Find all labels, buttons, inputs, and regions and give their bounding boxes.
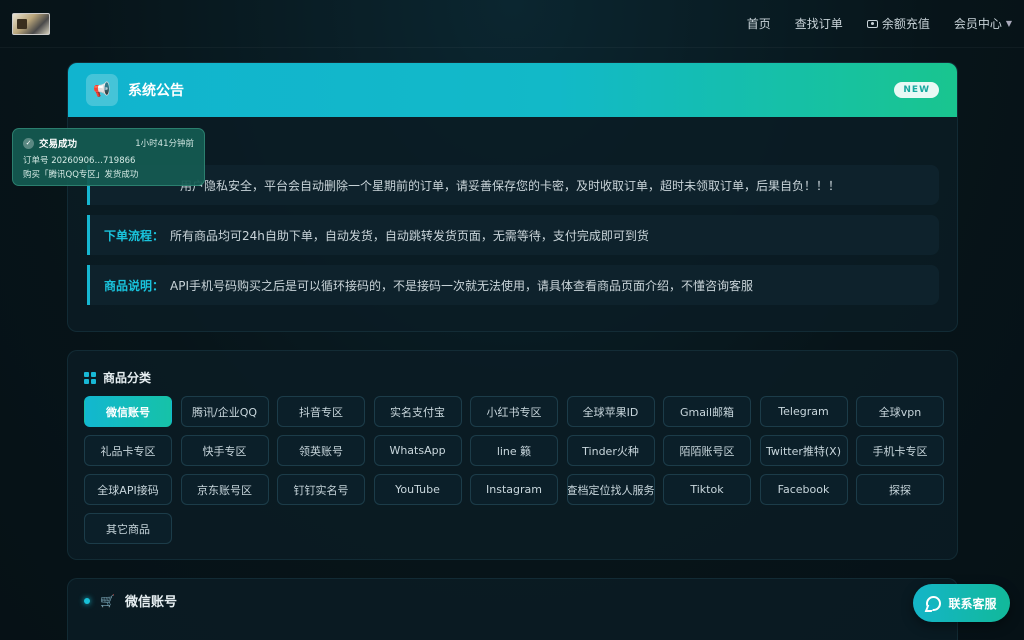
contact-support-button[interactable]: 联系客服 [913, 584, 1010, 622]
notice-row-privacy: 用户隐私安全，平台会自动删除一个星期前的订单，请妥善保存您的卡密，及时收取订单，… [87, 165, 939, 205]
grid-icon [84, 371, 96, 384]
notice-row-text: 用户隐私安全，平台会自动删除一个星期前的订单，请妥善保存您的卡密，及时收取订单，… [180, 178, 841, 193]
nav-find-order-label: 查找订单 [794, 17, 843, 31]
category-button[interactable]: WhatsApp [373, 435, 462, 466]
toast-status-label: 交易成功 [39, 139, 78, 150]
new-badge: NEW [894, 82, 939, 98]
notice-row-label: 下单流程： [104, 228, 165, 243]
cart-icon: 🛒 [100, 593, 115, 608]
site-logo[interactable] [12, 12, 50, 35]
category-button[interactable]: 抖音专区 [277, 396, 365, 427]
product-list-title: 微信账号 [124, 595, 177, 610]
category-button[interactable]: line 籁 [470, 435, 558, 466]
category-button[interactable]: 腾讯/企业QQ [180, 396, 269, 427]
category-button[interactable]: Tiktok [663, 474, 751, 505]
dot-icon [84, 597, 90, 604]
wallet-icon [866, 19, 878, 28]
category-header: 商品分类 [84, 369, 151, 386]
nav-member-label: 会员中心 [953, 17, 1002, 31]
check-icon: ✓ [23, 137, 34, 149]
product-list-header: 🛒 微信账号 [84, 591, 177, 610]
category-button[interactable]: 探探 [856, 474, 944, 505]
main-nav: 首页 查找订单 余额充值 会员中心 ▼ [747, 15, 1012, 32]
category-button[interactable]: 查档定位找人服务 [566, 474, 655, 505]
category-button[interactable]: 实名支付宝 [373, 396, 462, 427]
announcement-card: 📢 系统公告 NEW 用户隐私安全，平台会自动删除一个星期前的订单，请妥善保存您… [67, 62, 958, 332]
nav-member-center[interactable]: 会员中心 ▼ [954, 15, 1012, 32]
category-button[interactable]: 其它商品 [84, 513, 172, 544]
category-grid: 微信账号 腾讯/企业QQ 抖音专区 实名支付宝 小红书专区 全球苹果ID Gmail邮箱 Te… [84, 396, 944, 544]
toast-order-number: 订单号 20260906…719866 [23, 156, 136, 166]
top-navbar: 首页 查找订单 余额充值 会员中心 ▼ [0, 0, 1024, 48]
category-button[interactable]: 微信账号 [84, 396, 172, 427]
category-card: 商品分类 微信账号 腾讯/企业QQ 抖音专区 实名支付宝 小红书专区 全球苹果ID Gmai… [67, 350, 958, 560]
category-button[interactable]: 全球API接码 [84, 474, 172, 505]
nav-home-label: 首页 [746, 17, 771, 31]
category-button[interactable]: 钉钉实名号 [277, 474, 365, 505]
category-button[interactable]: 快手专区 [180, 435, 269, 466]
toast-time: 1小时41分钟前 [135, 139, 194, 149]
category-button[interactable]: 全球vpn [856, 396, 944, 427]
category-button[interactable]: 手机卡专区 [856, 435, 944, 466]
category-button[interactable]: Instagram [470, 474, 558, 505]
category-button[interactable]: 全球苹果ID [566, 396, 655, 427]
toast-status: ✓ 交易成功 [23, 136, 77, 150]
toast-message: 购买「腾讯QQ专区」发货成功 [23, 170, 139, 180]
contact-support-label: 联系客服 [948, 596, 997, 611]
notice-row-text: 所有商品均可24h自助下单，自动发货，自动跳转发货页面，无需等待，支付完成即可到… [170, 228, 649, 243]
announcement-header: 📢 系统公告 NEW [68, 63, 957, 117]
caret-down-icon: ▼ [1005, 19, 1012, 28]
nav-home[interactable]: 首页 [747, 15, 771, 32]
notice-row-text: API手机号码购买之后是可以循环接码的，不是接码一次就无法使用，请具体查看商品页… [170, 278, 754, 293]
category-button[interactable]: YouTube [373, 474, 462, 505]
notice-row-label: 商品说明： [104, 278, 165, 293]
nav-recharge[interactable]: 余额充值 [866, 15, 930, 32]
chat-icon [926, 595, 942, 611]
category-button[interactable]: Tinder火种 [566, 435, 655, 466]
category-button[interactable]: 礼品卡专区 [84, 435, 172, 466]
category-button[interactable]: Telegram [759, 396, 848, 427]
category-button[interactable]: 小红书专区 [470, 396, 558, 427]
announcement-title: 系统公告 [128, 83, 184, 99]
product-list-card: 🛒 微信账号 [67, 578, 958, 640]
category-button[interactable]: Gmail邮箱 [663, 396, 751, 427]
nav-find-order[interactable]: 查找订单 [795, 15, 843, 32]
category-button[interactable]: 陌陌账号区 [663, 435, 751, 466]
category-button[interactable]: Twitter推特(X) [759, 435, 848, 466]
category-button[interactable]: Facebook [759, 474, 848, 505]
notice-row-process: 下单流程： 所有商品均可24h自助下单，自动发货，自动跳转发货页面，无需等待，支… [87, 215, 939, 255]
category-button[interactable]: 领英账号 [277, 435, 365, 466]
megaphone-icon: 📢 [86, 74, 118, 106]
category-button[interactable]: 京东账号区 [180, 474, 269, 505]
nav-recharge-label: 余额充值 [881, 17, 930, 31]
notice-row-product-info: 商品说明： API手机号码购买之后是可以循环接码的，不是接码一次就无法使用，请具… [87, 265, 939, 305]
category-title: 商品分类 [103, 371, 152, 385]
order-toast[interactable]: ✓ 交易成功 1小时41分钟前 订单号 20260906…719866 购买「腾… [12, 128, 205, 186]
